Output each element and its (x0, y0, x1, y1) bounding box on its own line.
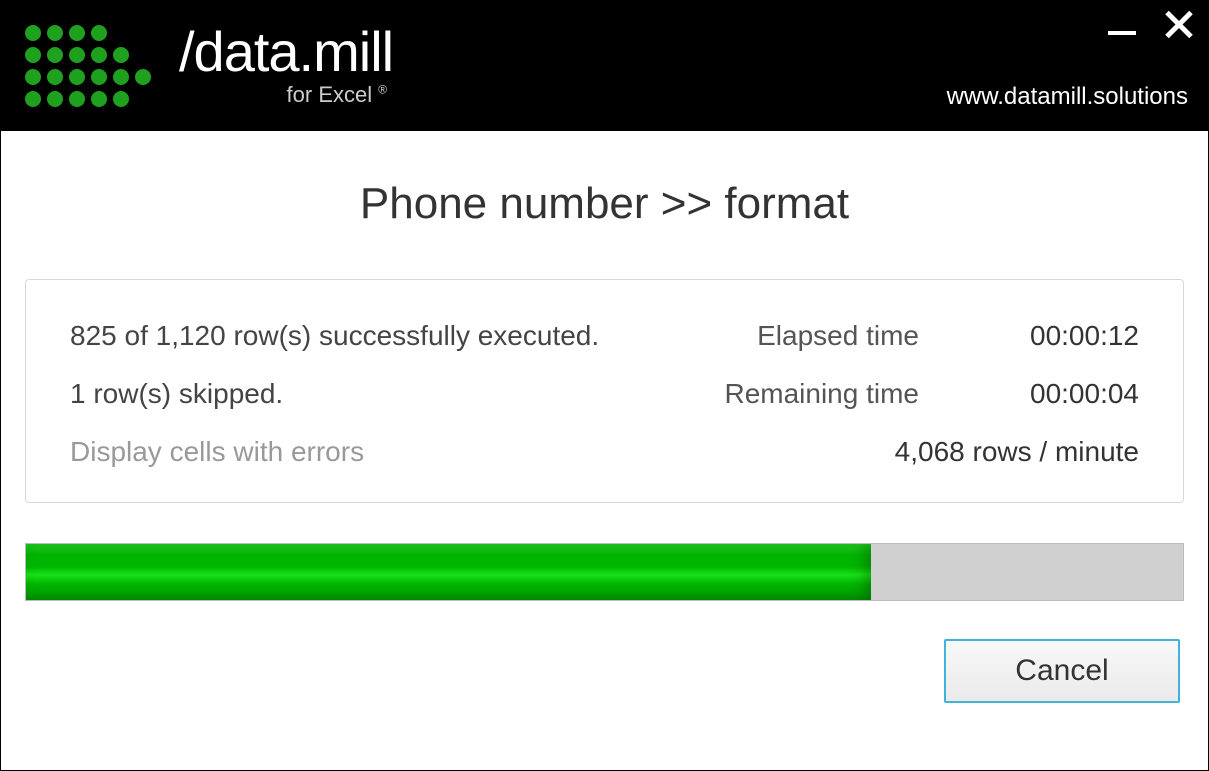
brand-data: /data. (179, 20, 313, 83)
elapsed-label: Elapsed time (724, 320, 919, 352)
minimize-button[interactable] (1108, 31, 1136, 35)
errors-link[interactable]: Display cells with errors (70, 436, 664, 468)
window-controls (1108, 9, 1194, 39)
elapsed-value: 00:00:12 (979, 320, 1139, 352)
cancel-button[interactable]: Cancel (944, 639, 1180, 703)
dialog-title: Phone number >> format (25, 179, 1184, 229)
progress-bar-fill (26, 544, 871, 600)
logo-dots-icon (25, 25, 151, 107)
progress-bar-track (25, 543, 1184, 601)
close-button[interactable] (1164, 9, 1194, 39)
remaining-value: 00:00:04 (979, 378, 1139, 410)
brand-sub: for Excel (287, 82, 373, 107)
throughput-text: 4,068 rows / minute (724, 436, 1139, 468)
status-panel: 825 of 1,120 row(s) successfully execute… (25, 279, 1184, 503)
logo-text: /data.mill for Excel ® (179, 24, 393, 108)
executed-text: 825 of 1,120 row(s) successfully execute… (70, 320, 664, 352)
brand-mill: mill (313, 20, 393, 83)
remaining-label: Remaining time (724, 378, 919, 410)
skipped-text: 1 row(s) skipped. (70, 378, 664, 410)
content-area: Phone number >> format 825 of 1,120 row(… (1, 131, 1208, 703)
website-link[interactable]: www.datamill.solutions (947, 83, 1188, 111)
button-row: Cancel (25, 639, 1184, 703)
header-bar: /data.mill for Excel ® www.datamill.solu… (1, 1, 1208, 131)
registered-icon: ® (378, 83, 387, 97)
